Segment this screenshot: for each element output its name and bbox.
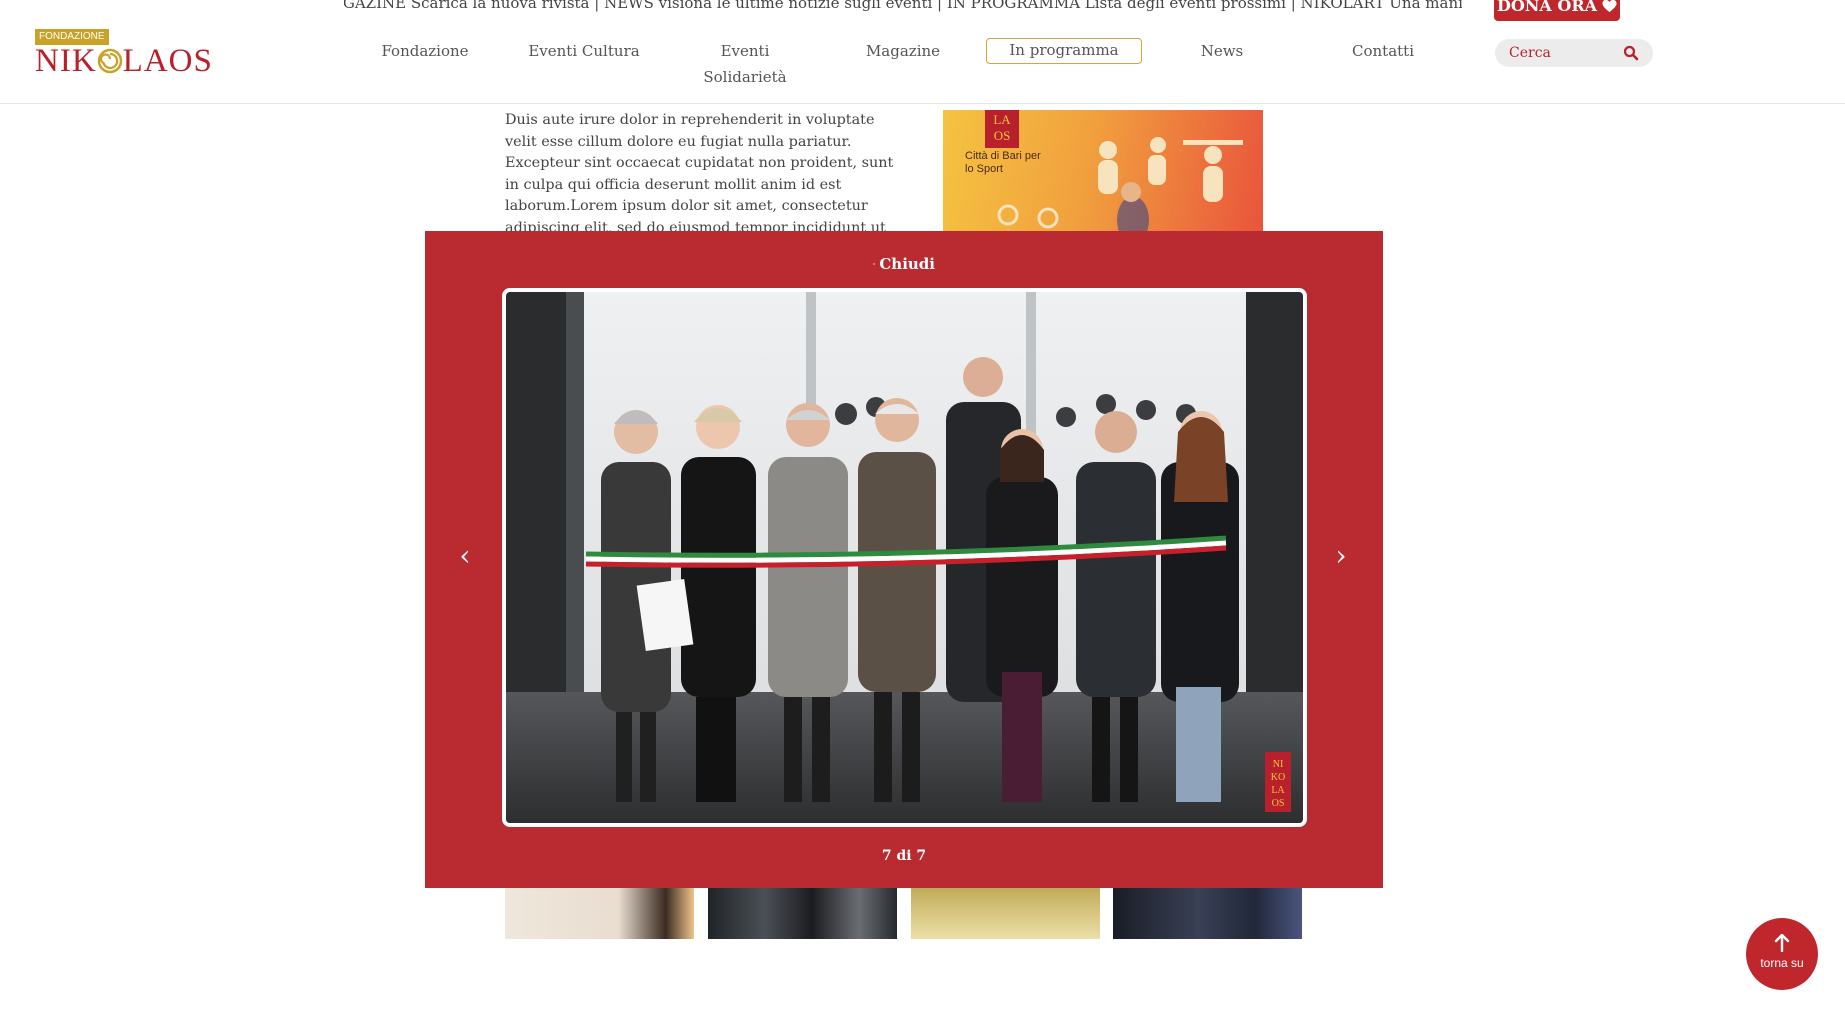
banner-caption: Città di Bari per lo Sport bbox=[965, 150, 1041, 175]
nav-contatti[interactable]: Contatti bbox=[1340, 38, 1426, 64]
gallery-thumbnail[interactable] bbox=[1113, 880, 1302, 939]
search-icon[interactable] bbox=[1623, 45, 1639, 61]
banner-logo-badge: LA OS bbox=[985, 110, 1019, 148]
nav-eventi-cultura[interactable]: Eventi Cultura bbox=[524, 38, 644, 64]
close-label: Chiudi bbox=[879, 255, 935, 273]
nav-in-programma[interactable]: In programma bbox=[986, 38, 1142, 64]
search-input[interactable] bbox=[1509, 43, 1619, 63]
nav-news[interactable]: News bbox=[1185, 38, 1259, 64]
gallery-thumbnails bbox=[505, 880, 1305, 939]
arrow-up-icon bbox=[1774, 934, 1790, 952]
gallery-thumbnail[interactable] bbox=[911, 880, 1100, 939]
lightbox-counter: 7 di 7 bbox=[881, 848, 927, 864]
nav-fondazione[interactable]: Fondazione bbox=[370, 38, 480, 64]
lightbox-prev-button[interactable]: ‹ bbox=[450, 541, 480, 571]
svg-text:OS: OS bbox=[1272, 798, 1285, 809]
nav-magazine[interactable]: Magazine bbox=[848, 38, 958, 64]
donate-label: DONA ORA bbox=[1496, 0, 1598, 15]
photo-illustration: NI KO LA OS bbox=[506, 292, 1303, 823]
ribbon-cutting-photo[interactable]: NI KO LA OS bbox=[506, 292, 1303, 823]
lightbox-close-button[interactable]: Chiudi bbox=[873, 253, 935, 275]
heart-icon bbox=[1602, 0, 1617, 12]
site-header: AGAZINE Scarica la nuova rivista | NEWS … bbox=[0, 0, 1845, 104]
gallery-thumbnail[interactable] bbox=[708, 880, 897, 939]
gallery-thumbnail[interactable] bbox=[505, 880, 694, 939]
lightbox-next-button[interactable]: › bbox=[1326, 541, 1356, 571]
close-icon bbox=[873, 262, 876, 266]
svg-text:NI: NI bbox=[1273, 759, 1284, 770]
ticker-text: AGAZINE Scarica la nuova rivista | NEWS … bbox=[344, 0, 1462, 12]
back-to-top-button[interactable]: torna su bbox=[1746, 918, 1818, 990]
svg-text:LA: LA bbox=[1271, 785, 1285, 796]
lightbox-modal: Chiudi ‹ › NI KO LA OS 7 di 7 bbox=[425, 231, 1383, 888]
lightbox-image-frame: NI KO LA OS bbox=[502, 288, 1307, 827]
news-ticker[interactable]: AGAZINE Scarica la nuova rivista | NEWS … bbox=[344, 0, 1462, 14]
sport-banner-image[interactable]: LA OS Città di Bari per lo Sport bbox=[943, 110, 1263, 235]
search-box bbox=[1495, 39, 1653, 67]
back-to-top-label: torna su bbox=[1760, 956, 1804, 970]
nav-eventi-solidarieta[interactable]: Eventi Solidarietà bbox=[677, 38, 813, 86]
svg-text:KO: KO bbox=[1271, 772, 1285, 783]
donate-button[interactable]: DONA ORA bbox=[1494, 0, 1620, 21]
